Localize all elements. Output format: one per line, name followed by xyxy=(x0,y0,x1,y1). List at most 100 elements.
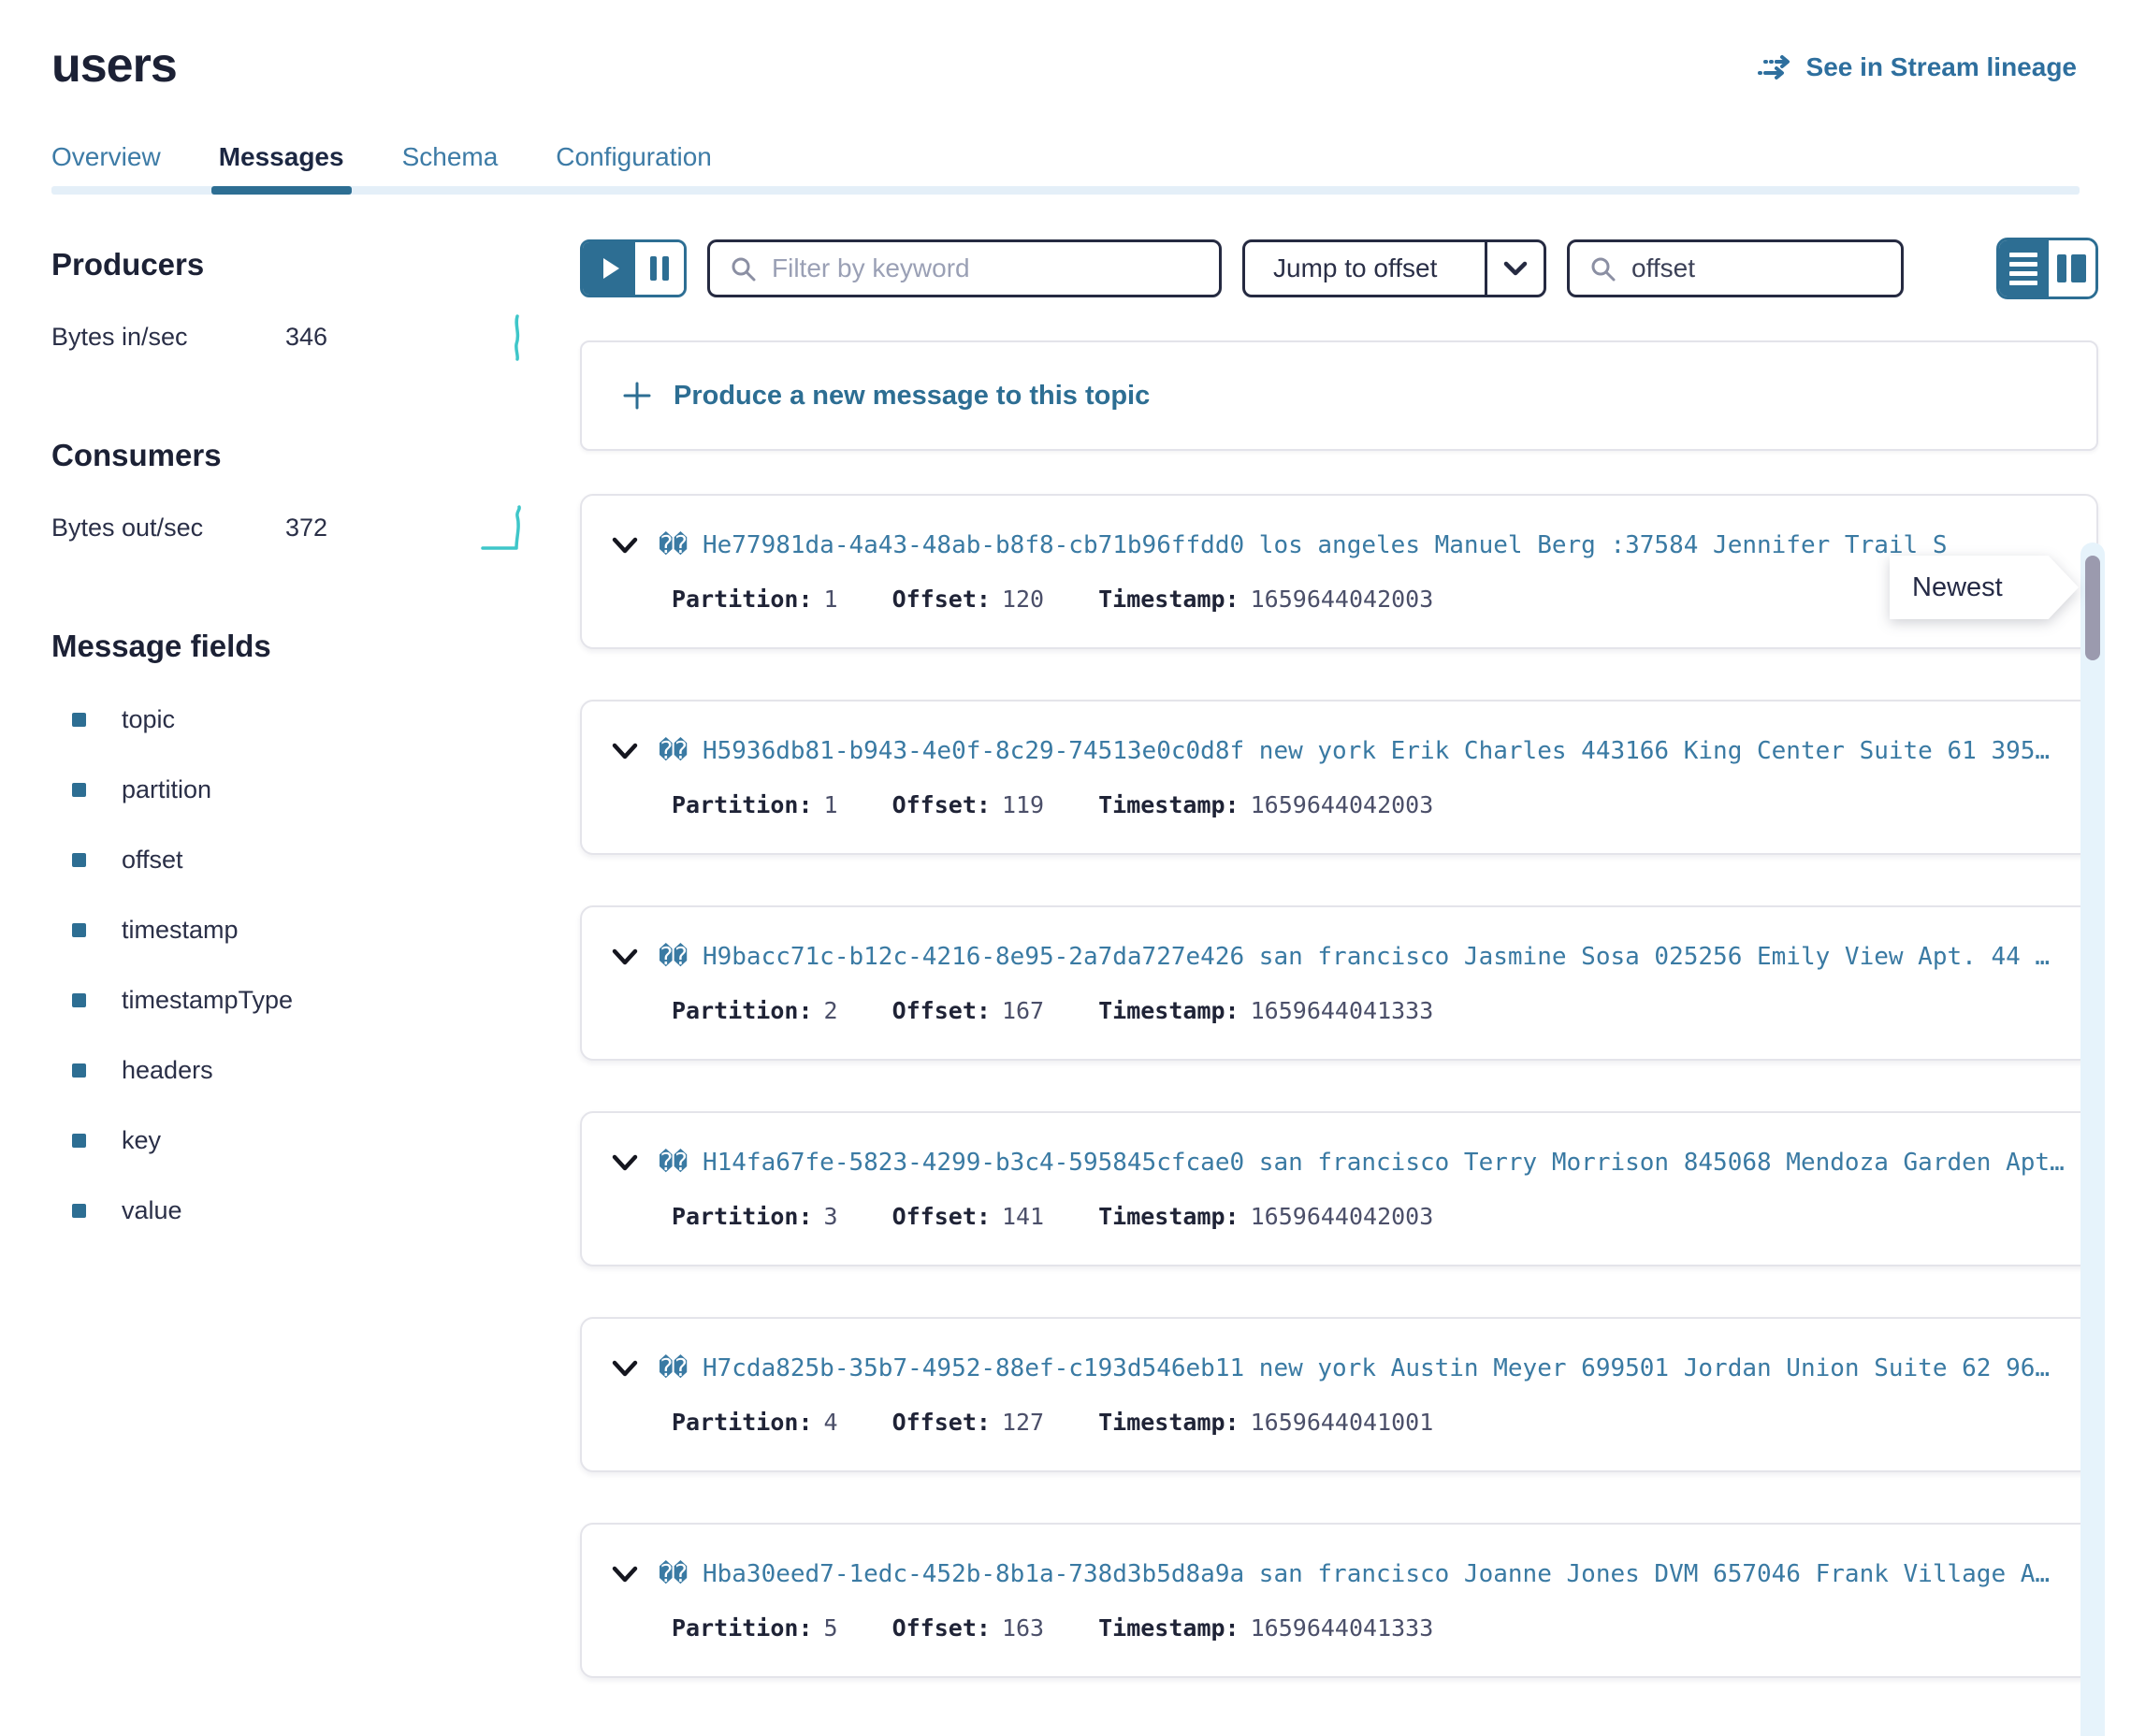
expand-chevron-icon[interactable] xyxy=(612,948,638,966)
bytes-out-sparkline xyxy=(481,503,529,552)
field-item-key[interactable]: key xyxy=(51,1126,533,1155)
partition-value: 5 xyxy=(824,1614,838,1642)
message-row[interactable]: �� He77981da-4a43-48ab-b8f8-cb71b96ffdd0… xyxy=(580,494,2098,649)
field-item-headers[interactable]: headers xyxy=(51,1056,533,1085)
stream-lineage-link[interactable]: See in Stream lineage xyxy=(1758,52,2077,82)
sidebar: Producers Bytes in/sec 346 Consumers Byt… xyxy=(51,195,533,1729)
tab-bar: Overview Messages Schema Configuration xyxy=(51,142,2080,195)
message-meta: Partition:1 Offset:120 Timestamp:1659644… xyxy=(672,586,2065,613)
topic-page: users See in Stream lineage Overview Mes… xyxy=(0,0,2131,1736)
message-meta: Partition:5 Offset:163 Timestamp:1659644… xyxy=(672,1614,2065,1642)
partition-value: 1 xyxy=(824,791,838,818)
message-key: �� Hba30eed7-1edc-452b-8b1a-738d3b5d8a9a… xyxy=(659,1560,2065,1588)
produce-message-button[interactable]: Produce a new message to this topic xyxy=(580,340,2098,451)
field-label: headers xyxy=(122,1056,213,1085)
field-item-timestampType[interactable]: timestampType xyxy=(51,986,533,1015)
partition-value: 2 xyxy=(824,997,838,1024)
field-item-topic[interactable]: topic xyxy=(51,705,533,734)
newest-tooltip-label: Newest xyxy=(1890,556,2079,619)
message-row[interactable]: �� H9bacc71c-b12c-4216-8e95-2a7da727e426… xyxy=(580,905,2098,1061)
field-label: offset xyxy=(122,846,183,875)
timestamp-value: 1659644042003 xyxy=(1251,791,1434,818)
offset-value: 167 xyxy=(1002,997,1044,1024)
bytes-in-value: 346 xyxy=(285,323,398,352)
play-button[interactable] xyxy=(583,242,635,295)
field-label: timestampType xyxy=(122,986,293,1015)
partition-value: 4 xyxy=(824,1409,838,1436)
field-label: key xyxy=(122,1126,161,1155)
offset-label: Offset: xyxy=(892,586,991,613)
field-item-value[interactable]: value xyxy=(51,1196,533,1225)
message-key: �� H9bacc71c-b12c-4216-8e95-2a7da727e426… xyxy=(659,943,2065,971)
search-icon xyxy=(729,254,757,282)
message-row[interactable]: �� Hba30eed7-1edc-452b-8b1a-738d3b5d8a9a… xyxy=(580,1523,2098,1678)
offset-value: 120 xyxy=(1002,586,1044,613)
tab-messages[interactable]: Messages xyxy=(219,142,344,195)
partition-value: 1 xyxy=(824,586,838,613)
expand-chevron-icon[interactable] xyxy=(612,1153,638,1172)
field-label: topic xyxy=(122,705,175,734)
pause-button[interactable] xyxy=(635,242,684,295)
message-meta: Partition:1 Offset:119 Timestamp:1659644… xyxy=(672,791,2065,818)
scrollbar-track[interactable] xyxy=(2080,542,2105,1736)
message-row[interactable]: �� H7cda825b-35b7-4952-88ef-c193d546eb11… xyxy=(580,1317,2098,1472)
field-bullet-icon xyxy=(72,713,86,727)
message-row[interactable]: �� H14fa67fe-5823-4299-b3c4-595845cfcae0… xyxy=(580,1111,2098,1266)
list-view-button[interactable] xyxy=(1999,240,2049,297)
expand-chevron-icon[interactable] xyxy=(612,742,638,760)
message-key: �� H7cda825b-35b7-4952-88ef-c193d546eb11… xyxy=(659,1354,2065,1382)
message-meta: Partition:4 Offset:127 Timestamp:1659644… xyxy=(672,1409,2065,1436)
message-meta: Partition:3 Offset:141 Timestamp:1659644… xyxy=(672,1203,2065,1230)
newest-tooltip: Newest xyxy=(1890,556,2079,619)
field-item-partition[interactable]: partition xyxy=(51,775,533,804)
partition-label: Partition: xyxy=(672,586,813,613)
filter-input[interactable] xyxy=(772,253,1200,283)
stream-lineage-label: See in Stream lineage xyxy=(1806,52,2077,82)
tab-schema[interactable]: Schema xyxy=(402,142,499,195)
message-meta: Partition:2 Offset:167 Timestamp:1659644… xyxy=(672,997,2065,1024)
timestamp-value: 1659644042003 xyxy=(1251,586,1434,613)
scrollbar-thumb[interactable] xyxy=(2085,556,2100,660)
field-bullet-icon xyxy=(72,853,86,867)
content: Producers Bytes in/sec 346 Consumers Byt… xyxy=(0,195,2131,1729)
field-label: timestamp xyxy=(122,916,239,945)
expand-chevron-icon[interactable] xyxy=(612,1565,638,1584)
page-title: users xyxy=(51,37,177,94)
plus-icon xyxy=(621,380,653,412)
message-row[interactable]: �� H5936db81-b943-4e0f-8c29-74513e0c0d8f… xyxy=(580,700,2098,855)
column-view-button[interactable] xyxy=(2049,240,2095,297)
field-bullet-icon xyxy=(72,1063,86,1078)
field-label: value xyxy=(122,1196,182,1225)
message-fields-list: topic partition offset timestamp timesta… xyxy=(51,705,533,1225)
pause-icon xyxy=(650,256,657,281)
bytes-out-metric: Bytes out/sec 372 xyxy=(51,503,533,552)
bytes-in-label: Bytes in/sec xyxy=(51,323,285,352)
field-item-timestamp[interactable]: timestamp xyxy=(51,916,533,945)
play-icon xyxy=(603,258,619,279)
produce-message-label: Produce a new message to this topic xyxy=(674,381,1150,412)
search-icon xyxy=(1588,254,1616,282)
timestamp-value: 1659644041333 xyxy=(1251,1614,1434,1642)
field-item-offset[interactable]: offset xyxy=(51,846,533,875)
offset-value: 163 xyxy=(1002,1614,1044,1642)
messages-panel: Jump to offset xyxy=(533,195,2131,1729)
expand-chevron-icon[interactable] xyxy=(612,536,638,555)
bytes-in-metric: Bytes in/sec 346 xyxy=(51,312,533,361)
view-mode-toggle xyxy=(1996,238,2098,299)
list-view-icon xyxy=(2009,253,2037,285)
messages-toolbar: Jump to offset xyxy=(580,238,2098,299)
field-bullet-icon xyxy=(72,1204,86,1218)
bytes-out-value: 372 xyxy=(285,514,398,542)
message-list: �� He77981da-4a43-48ab-b8f8-cb71b96ffdd0… xyxy=(580,494,2098,1678)
offset-search-wrap xyxy=(1567,239,1904,297)
play-pause-toggle xyxy=(580,239,687,297)
offset-value: 127 xyxy=(1002,1409,1044,1436)
expand-chevron-icon[interactable] xyxy=(612,1359,638,1378)
consumers-heading: Consumers xyxy=(51,438,533,473)
tab-overview[interactable]: Overview xyxy=(51,142,161,195)
offset-search-input[interactable] xyxy=(1631,253,1882,283)
jump-to-offset-select[interactable]: Jump to offset xyxy=(1242,239,1546,297)
bytes-in-sparkline xyxy=(505,312,529,361)
message-key: �� H14fa67fe-5823-4299-b3c4-595845cfcae0… xyxy=(659,1149,2065,1177)
tab-configuration[interactable]: Configuration xyxy=(556,142,712,195)
